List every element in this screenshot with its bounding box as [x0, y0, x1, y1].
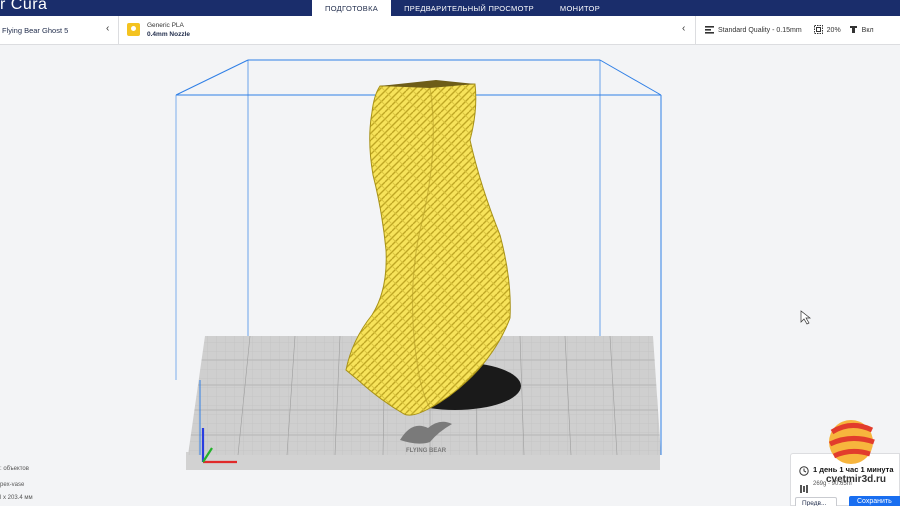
bed-logo-text: FLYING BEAR [406, 448, 447, 454]
save-to-disk-button[interactable]: Сохранить [849, 496, 900, 506]
quality-profile: Standard Quality - 0.15mm [718, 27, 802, 34]
chevron-left-icon: ‹ [682, 23, 686, 34]
tab-preview[interactable]: ПРЕДВАРИТЕЛЬНЫЙ ПРОСМОТР [391, 0, 547, 16]
object-count: : объектов [0, 466, 29, 472]
tab-prepare[interactable]: ПОДГОТОВКА [312, 0, 392, 16]
object-dimensions: l x 203.4 мм [0, 495, 33, 501]
printer-name: Flying Bear Ghost 5 [2, 26, 69, 35]
support-icon [849, 25, 858, 36]
3d-viewport[interactable]: FLYING BEAR [0, 46, 900, 506]
clock-icon [799, 463, 809, 481]
printer-selector[interactable]: Flying Bear Ghost 5 ‹ [0, 16, 119, 45]
app-title: r Cura [0, 0, 48, 13]
spool-icon [800, 480, 808, 498]
stage-tabs: ПОДГОТОВКА ПРЕДВАРИТЕЛЬНЫЙ ПРОСМОТР МОНИ… [312, 0, 613, 16]
watermark-logo [824, 416, 878, 471]
nozzle-size: 0.4mm Nozzle [147, 31, 190, 38]
stage-menu-bar: r Cura ПОДГОТОВКА ПРЕДВАРИТЕЛЬНЫЙ ПРОСМО… [0, 0, 900, 16]
material-selector[interactable]: Generic PLA 0.4mm Nozzle ‹ [119, 16, 696, 45]
tab-monitor[interactable]: МОНИТОР [547, 0, 613, 16]
infill-value: 20% [826, 27, 841, 34]
chevron-left-icon: ‹ [106, 23, 110, 34]
material-name: Generic PLA [147, 22, 184, 29]
settings-bar: Flying Bear Ghost 5 ‹ Generic PLA 0.4mm … [0, 16, 900, 45]
print-settings-selector[interactable]: Standard Quality - 0.15mm 20% Вкл [697, 16, 900, 45]
watermark-text: cvetmir3d.ru [826, 474, 887, 485]
object-name: pex-vase [0, 482, 25, 488]
support-value: Вкл [861, 27, 874, 34]
quality-icon [705, 25, 714, 36]
extruder-icon [127, 23, 140, 36]
mouse-cursor-icon [800, 310, 812, 325]
preview-button[interactable]: Предв... [795, 497, 837, 506]
infill-icon [813, 25, 823, 36]
scene-canvas[interactable]: FLYING BEAR [0, 46, 900, 506]
